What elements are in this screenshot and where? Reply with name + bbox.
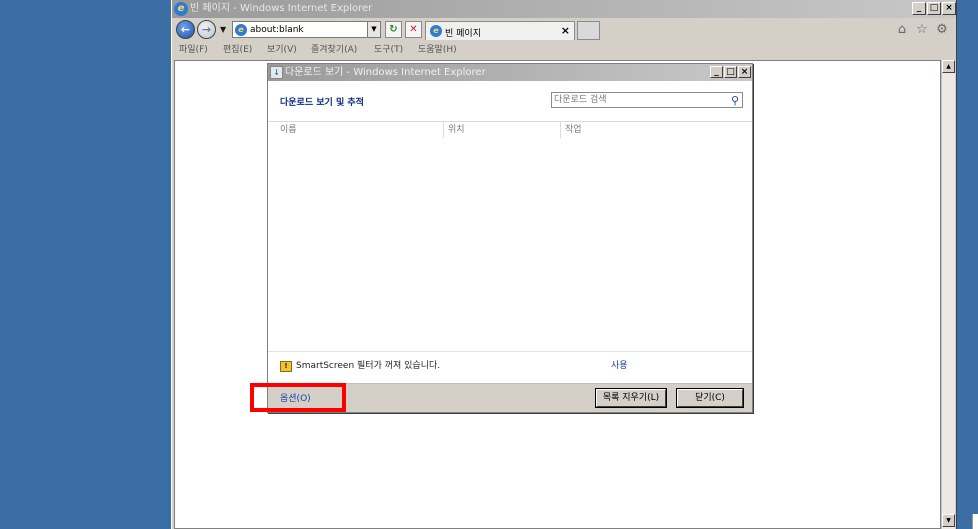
minimize-button[interactable]: _ — [912, 2, 926, 15]
history-dropdown-button[interactable]: ▼ — [220, 25, 226, 34]
search-icon[interactable]: ⚲ — [731, 94, 739, 107]
search-placeholder: 다운로드 검색 — [554, 95, 607, 105]
refresh-icon: ↻ — [389, 24, 398, 35]
download-icon: ↓ — [270, 66, 283, 79]
menu-view[interactable]: 보기(V) — [267, 44, 297, 56]
dialog-heading: 다운로드 보기 및 추적 — [280, 98, 364, 108]
page-icon: e — [235, 24, 247, 36]
gear-icon[interactable]: ⚙ — [934, 22, 950, 38]
column-header-name[interactable]: 이름 — [280, 124, 297, 136]
menu-tools[interactable]: 도구(T) — [374, 44, 403, 56]
column-header-action[interactable]: 작업 — [565, 124, 582, 136]
dialog-close-button[interactable]: × — [738, 66, 751, 78]
clear-list-button[interactable]: 목록 지우기(L) — [595, 388, 667, 408]
desktop-edge-window — [972, 514, 978, 529]
tab-blank-page[interactable]: e 빈 페이지 × — [425, 21, 575, 40]
smartscreen-enable-link[interactable]: 사용 — [611, 360, 628, 372]
menu-file[interactable]: 파일(F) — [179, 44, 208, 56]
warning-shield-icon: ! — [280, 361, 292, 372]
ie-title-bar: e 빈 페이지 - Windows Internet Explorer _ □ … — [172, 0, 956, 18]
back-arrow-icon: ← — [180, 23, 191, 36]
menu-favorites[interactable]: 즐겨찾기(A) — [311, 44, 357, 56]
tab-close-icon[interactable]: × — [561, 24, 570, 37]
column-header-location[interactable]: 위치 — [448, 124, 465, 136]
menu-bar: 파일(F) 편집(E) 보기(V) 즐겨찾기(A) 도구(T) 도움말(H) — [172, 42, 956, 58]
download-dialog: ↓ 다운로드 보기 - Windows Internet Explorer _ … — [267, 63, 753, 413]
vertical-scrollbar[interactable]: ▲ ▼ — [941, 60, 955, 529]
star-icon[interactable]: ☆ — [914, 22, 930, 38]
address-input[interactable]: about:blank — [250, 24, 304, 36]
navigation-bar: ← → ▼ e about:blank ▼ ↻ ✕ e 빈 페이지 × ⌂ ☆ … — [172, 18, 956, 42]
address-bar[interactable]: e about:blank ▼ — [232, 21, 381, 38]
download-list — [268, 138, 752, 350]
tab-page-icon: e — [430, 25, 442, 37]
smartscreen-status: SmartScreen 필터가 꺼져 있습니다. — [296, 361, 441, 371]
menu-edit[interactable]: 편집(E) — [223, 44, 252, 56]
column-divider — [268, 121, 752, 122]
column-separator — [560, 122, 561, 138]
close-button[interactable]: 닫기(C) — [676, 388, 744, 408]
tab-label: 빈 페이지 — [445, 29, 481, 39]
home-icon[interactable]: ⌂ — [894, 22, 910, 38]
forward-arrow-icon: → — [201, 23, 212, 36]
close-window-button[interactable]: × — [942, 2, 956, 15]
refresh-button[interactable]: ↻ — [385, 21, 402, 38]
stop-button[interactable]: ✕ — [405, 21, 422, 38]
dialog-maximize-button[interactable]: □ — [724, 66, 737, 78]
back-button[interactable]: ← — [176, 20, 195, 39]
new-tab-button[interactable] — [577, 21, 600, 40]
ie-window-title: 빈 페이지 - Windows Internet Explorer — [190, 3, 373, 14]
maximize-button[interactable]: □ — [927, 2, 941, 15]
dialog-minimize-button[interactable]: _ — [710, 66, 723, 78]
column-separator — [443, 122, 444, 138]
dialog-title-bar: ↓ 다운로드 보기 - Windows Internet Explorer _ … — [268, 64, 752, 81]
download-search-input[interactable]: 다운로드 검색 ⚲ — [551, 92, 743, 108]
dialog-title: 다운로드 보기 - Windows Internet Explorer — [285, 67, 486, 78]
menu-help[interactable]: 도움말(H) — [418, 44, 457, 56]
ie-logo-icon: e — [174, 2, 188, 16]
highlight-box — [250, 383, 346, 412]
forward-button[interactable]: → — [197, 20, 216, 39]
stop-icon: ✕ — [409, 24, 418, 35]
scroll-down-button[interactable]: ▼ — [942, 514, 955, 527]
scroll-up-button[interactable]: ▲ — [942, 60, 955, 73]
address-dropdown-icon[interactable]: ▼ — [367, 22, 380, 37]
smartscreen-divider — [268, 351, 752, 352]
